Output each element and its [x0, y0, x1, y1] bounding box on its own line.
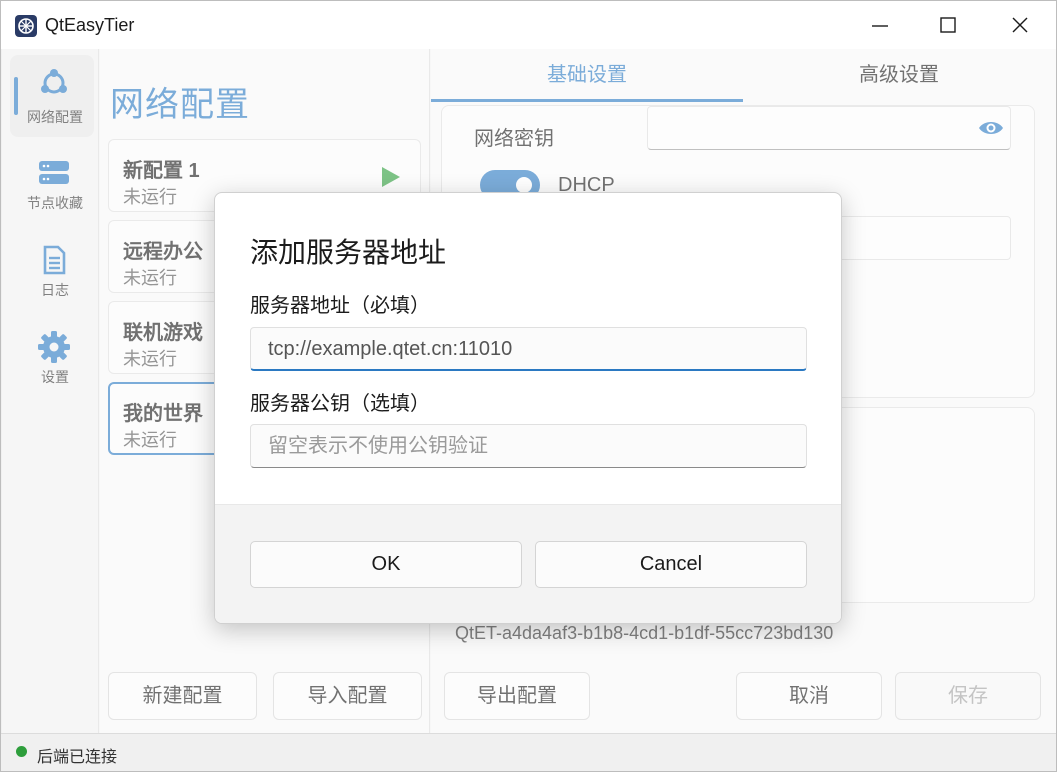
server-pubkey-input[interactable]: 留空表示不使用公钥验证 [250, 424, 807, 468]
dialog-cancel-button[interactable]: Cancel [535, 541, 807, 588]
minimize-button[interactable] [845, 1, 915, 49]
maximize-button[interactable] [913, 1, 983, 49]
ok-button[interactable]: OK [250, 541, 522, 588]
dialog-title: 添加服务器地址 [250, 237, 447, 268]
dialog-button-bar: OK Cancel [215, 504, 841, 623]
connection-status-icon [16, 746, 27, 757]
server-pubkey-label: 服务器公钥（选填） [250, 393, 430, 415]
server-address-label: 服务器地址（必填） [250, 295, 430, 317]
close-button[interactable] [985, 1, 1055, 49]
window-title: QtEasyTier [45, 15, 135, 35]
server-address-input[interactable]: tcp://example.qtet.cn:11010 [250, 327, 807, 371]
close-icon [1012, 17, 1028, 33]
minimize-icon [872, 25, 888, 27]
connection-status-text: 后端已连接 [37, 749, 118, 766]
add-server-dialog: 添加服务器地址 服务器地址（必填） tcp://example.qtet.cn:… [214, 192, 842, 624]
status-bar: 后端已连接 [1, 733, 1056, 771]
app-logo-icon [15, 15, 37, 37]
maximize-icon [940, 17, 956, 33]
title-bar: QtEasyTier [1, 1, 1056, 49]
